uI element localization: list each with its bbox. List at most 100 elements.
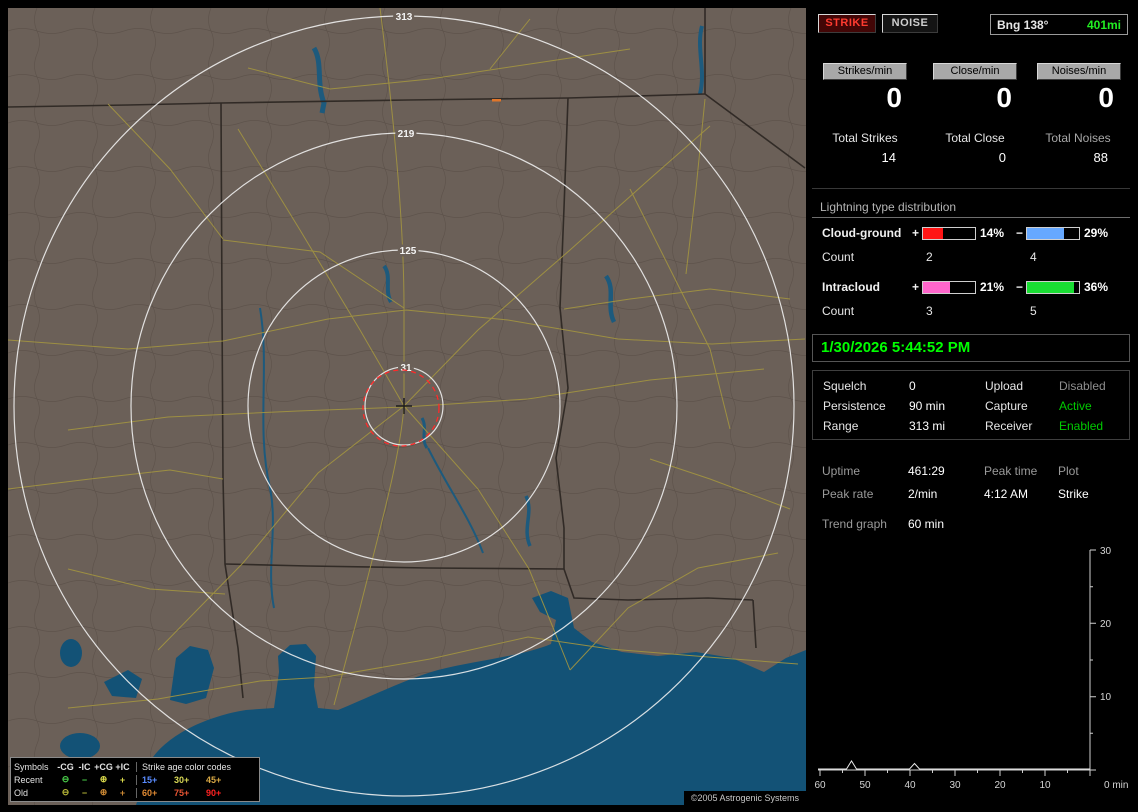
ic-positive-bar	[922, 281, 976, 294]
trend-axes	[818, 549, 1096, 776]
legend-recent-row: Recent ⊖ − ⊕ + 15+ 30+ 45+	[14, 773, 256, 786]
legend-symbols-title: Symbols	[14, 761, 49, 772]
capture-label: Capture	[985, 399, 1028, 413]
neg-cg-recent-symbol: ⊖	[61, 774, 70, 784]
legend-col-neg-ic: -IC	[78, 761, 91, 772]
settings-row: Range 313 mi Receiver Enabled	[813, 417, 1129, 435]
legend-header-row: Symbols -CG -IC +CG +IC Strike age color…	[14, 760, 256, 773]
intracloud-count-row: Count 3 5	[812, 304, 1130, 320]
map-legend: Symbols -CG -IC +CG +IC Strike age color…	[10, 757, 260, 802]
x-label-60: 60	[814, 780, 826, 791]
upload-label: Upload	[985, 379, 1024, 393]
close-counter: Close/min 0 Total Close 0	[922, 58, 1028, 182]
app-window: { "map": { "ring_labels": ["313", "219",…	[0, 0, 1138, 812]
map-canvas[interactable]: 313 219 125 31	[8, 8, 806, 805]
y-label-10: 10	[1100, 692, 1112, 703]
status-row: Trend graph 60 min	[812, 515, 1130, 533]
x-label-20: 20	[994, 780, 1006, 791]
minus-sign: −	[1016, 280, 1024, 294]
strikes-per-min-button[interactable]: Strikes/min	[823, 63, 907, 80]
ic-negative-bar	[1026, 281, 1080, 294]
age-15-label: 15+	[142, 774, 158, 785]
settings-panel: Squelch 0 Upload Disabled Persistence 90…	[812, 370, 1130, 440]
legend-age-title: Strike age color codes	[136, 761, 256, 772]
close-per-min-value: 0	[996, 82, 1012, 113]
y-label-30: 30	[1100, 546, 1112, 557]
ic-negative-count: 5	[1030, 304, 1037, 318]
status-row: Peak rate 2/min 4:12 AM Strike	[812, 485, 1130, 503]
age-75-label: 75+	[174, 787, 190, 798]
y-label-20: 20	[1100, 619, 1112, 630]
ring-label-125: 125	[400, 246, 417, 257]
cloud-ground-row: Cloud-ground + 14% − 29%	[812, 226, 1130, 242]
noise-button[interactable]: NOISE	[882, 14, 938, 33]
bearing-display: Bng 138° 401mi	[990, 14, 1128, 35]
settings-row: Squelch 0 Upload Disabled	[813, 377, 1129, 395]
legend-old-row: Old ⊖ − ⊕ + 60+ 75+ 90+	[14, 786, 256, 799]
total-noises-label: Total Noises	[1045, 131, 1111, 145]
strike-marker	[492, 99, 501, 102]
noises-counter: Noises/min 0 Total Noises 88	[1026, 58, 1130, 182]
pos-cg-old-symbol: ⊕	[99, 787, 108, 797]
receiver-status: Enabled	[1059, 419, 1104, 433]
x-label-10: 10	[1039, 780, 1051, 791]
datetime-display: 1/30/2026 5:44:52 PM	[821, 339, 971, 356]
legend-col-pos-cg: +CG	[94, 761, 113, 772]
divider	[812, 188, 1130, 189]
trend-graph: 60 50 40 30 20 10 0 min 30 20 10	[812, 538, 1130, 806]
ic-positive-count: 3	[926, 304, 933, 318]
persistence-value: 90 min	[909, 399, 946, 413]
count-label: Count	[822, 304, 855, 318]
age-90-label: 90+	[206, 787, 222, 798]
strikes-counter: Strikes/min 0 Total Strikes 14	[812, 58, 918, 182]
settings-row: Persistence 90 min Capture Active	[813, 397, 1129, 415]
cg-positive-bar	[922, 227, 976, 240]
total-close-value: 0	[998, 150, 1006, 165]
persistence-label: Persistence	[823, 399, 886, 413]
strike-button[interactable]: STRIKE	[818, 14, 876, 33]
ring-label-31: 31	[400, 363, 412, 374]
noises-per-min-button[interactable]: Noises/min	[1037, 63, 1121, 80]
bearing-range: 401mi	[1086, 17, 1121, 32]
trend-graph-canvas: 60 50 40 30 20 10 0 min 30 20 10	[814, 546, 1128, 791]
strikes-per-min-value: 0	[886, 82, 902, 113]
peak-rate-value: 2/min	[908, 487, 938, 501]
x-label-30: 30	[949, 780, 961, 791]
pos-ic-recent-symbol: +	[119, 774, 126, 785]
legend-col-pos-ic: +IC	[115, 761, 130, 772]
cloud-ground-label: Cloud-ground	[822, 226, 902, 240]
cg-positive-count: 2	[926, 250, 933, 264]
cg-negative-count: 4	[1030, 250, 1037, 264]
peak-time-label: Peak time	[984, 464, 1038, 478]
legend-col-neg-cg: -CG	[57, 761, 74, 772]
cg-negative-bar	[1026, 227, 1080, 240]
age-60-label: 60+	[142, 787, 158, 798]
cg-negative-percent: 29%	[1084, 226, 1109, 240]
datetime-panel: 1/30/2026 5:44:52 PM	[812, 334, 1130, 362]
trend-trace	[818, 759, 1090, 770]
ic-negative-percent: 36%	[1084, 280, 1109, 294]
age-30-label: 30+	[174, 774, 190, 785]
close-per-min-button[interactable]: Close/min	[933, 63, 1017, 80]
x-label-50: 50	[859, 780, 871, 791]
uptime-label: Uptime	[822, 464, 861, 478]
cloud-ground-count-row: Count 2 4	[812, 250, 1130, 266]
status-panel: Uptime 461:29 Peak time Plot Peak rate 2…	[812, 450, 1130, 538]
total-strikes-value: 14	[881, 150, 896, 165]
trend-x-labels: 60 50 40 30 20 10 0 min	[814, 780, 1128, 791]
trend-graph-window: 60 min	[908, 517, 945, 531]
total-close-label: Total Close	[945, 131, 1005, 145]
distribution-title: Lightning type distribution	[812, 198, 1130, 218]
receiver-label: Receiver	[985, 419, 1033, 433]
peak-time-value: 4:12 AM	[984, 487, 1029, 501]
legend-old-label: Old	[14, 787, 29, 798]
peak-rate-label: Peak rate	[822, 487, 874, 501]
count-label: Count	[822, 250, 855, 264]
legend-recent-label: Recent	[14, 774, 43, 785]
noises-per-min-value: 0	[1098, 82, 1114, 113]
squelch-value: 0	[909, 379, 916, 393]
x-label-0min: 0 min	[1104, 780, 1128, 791]
pos-ic-old-symbol: +	[119, 787, 126, 798]
trend-y-labels: 30 20 10	[1100, 546, 1112, 703]
plot-value: Strike	[1058, 487, 1089, 501]
